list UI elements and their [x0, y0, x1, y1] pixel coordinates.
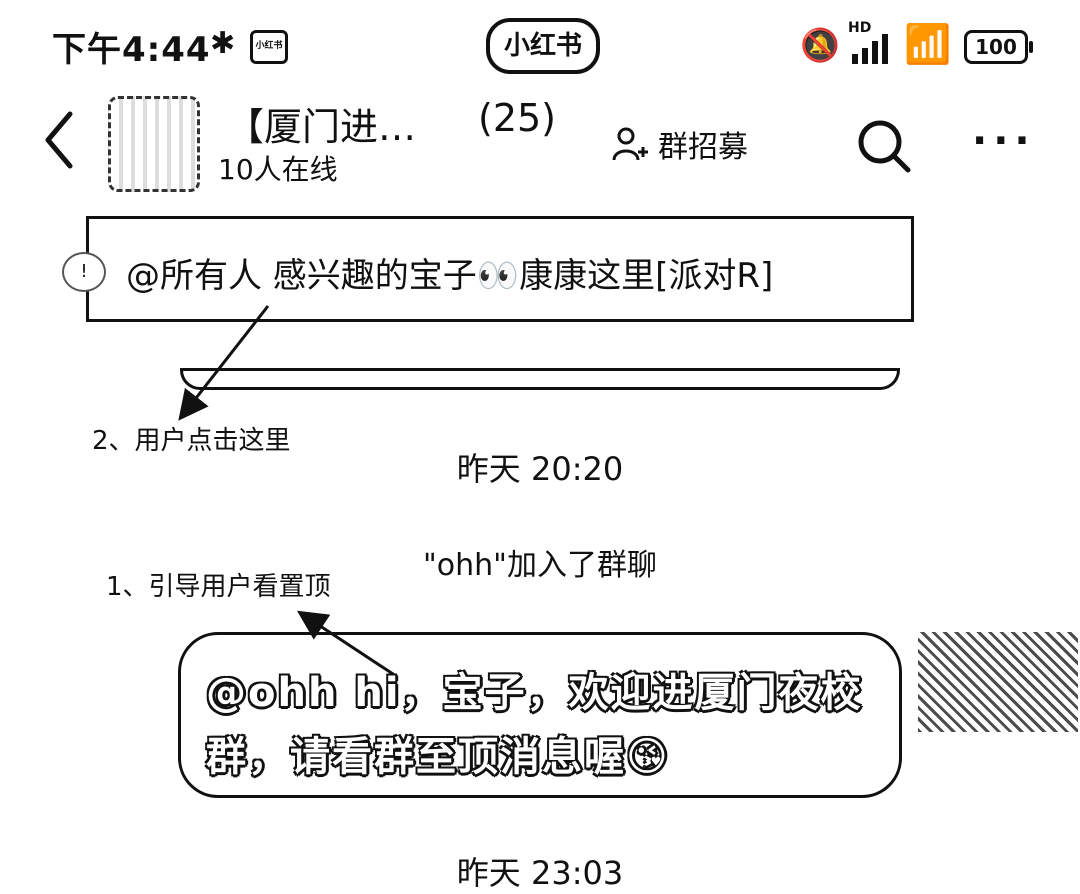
timestamp: 昨天 20:20 [456, 450, 624, 488]
sender-avatar[interactable] [918, 632, 1078, 732]
message-text-line2: 群，请看群至顶消息喔😘 [206, 734, 670, 780]
message-text-line1: @ohh hi，宝子，欢迎进厦门夜校 [206, 670, 863, 716]
join-notice: "ohh"加入了群聊 [423, 548, 657, 583]
timestamp: 昨天 23:03 [456, 854, 624, 892]
arrow-to-pinned [178, 305, 270, 421]
